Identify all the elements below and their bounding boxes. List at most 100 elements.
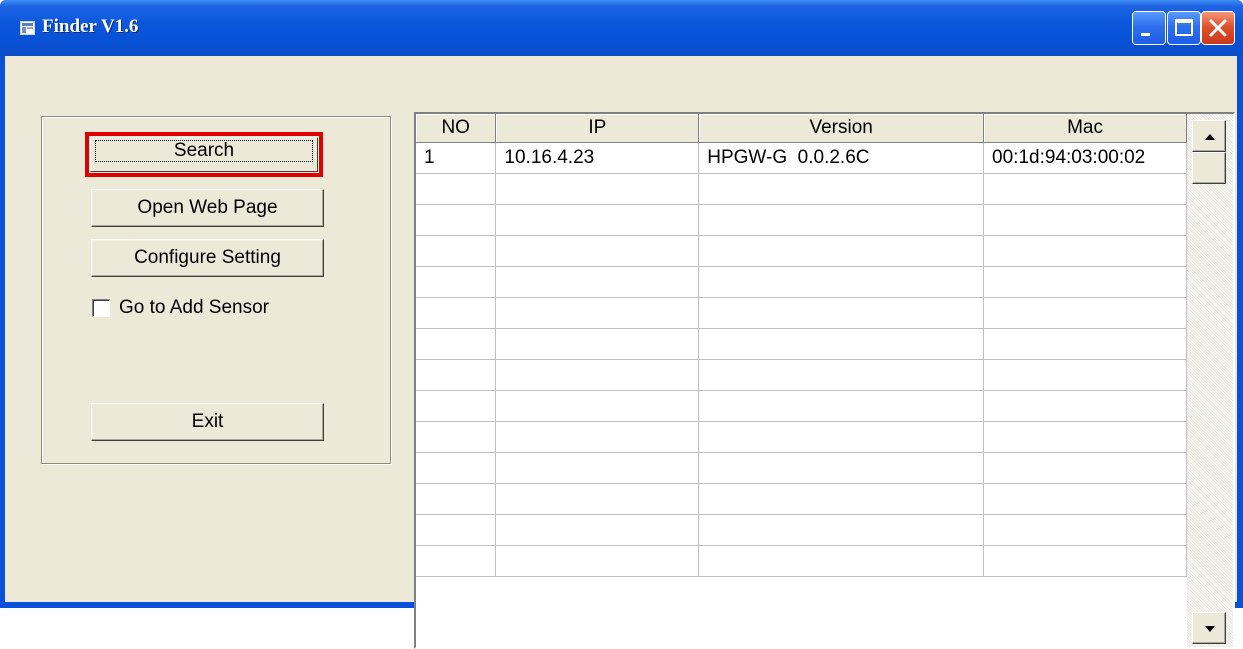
cell-ip: [495, 359, 700, 391]
table-row-empty[interactable]: [416, 266, 1187, 298]
cell-mac: [983, 452, 1187, 484]
cell-no: [416, 235, 497, 267]
cell-ip: [495, 266, 700, 298]
maximize-button[interactable]: [1167, 11, 1201, 45]
cell-no: [416, 328, 497, 360]
cell-version: [698, 359, 985, 391]
cell-ip: [495, 483, 700, 515]
open-web-page-button[interactable]: Open Web Page: [91, 189, 324, 227]
table-row-empty[interactable]: [416, 204, 1187, 236]
cell-no: [416, 483, 497, 515]
arrow-up-icon: [1205, 134, 1215, 140]
column-header-ip[interactable]: IP: [495, 114, 700, 143]
cell-no: 1: [416, 142, 497, 174]
table-row-empty[interactable]: [416, 359, 1187, 391]
table-row-empty[interactable]: [416, 421, 1187, 453]
cell-version: [698, 328, 985, 360]
cell-mac: [983, 235, 1187, 267]
cell-mac: [983, 173, 1187, 205]
table-row-empty[interactable]: [416, 390, 1187, 422]
table-row-empty[interactable]: [416, 483, 1187, 515]
cell-mac: [983, 204, 1187, 236]
cell-no: [416, 390, 497, 422]
vertical-scrollbar[interactable]: [1187, 114, 1233, 647]
cell-no: [416, 514, 497, 546]
cell-version: [698, 297, 985, 329]
cell-version: [698, 390, 985, 422]
table-row-empty[interactable]: [416, 545, 1187, 577]
cell-ip: [495, 328, 700, 360]
cell-no: [416, 359, 497, 391]
cell-no: [416, 545, 497, 577]
column-header-no[interactable]: NO: [416, 114, 497, 143]
table-row-empty[interactable]: [416, 514, 1187, 546]
cell-ip: [495, 297, 700, 329]
exit-button[interactable]: Exit: [91, 403, 324, 441]
table-row-empty[interactable]: [416, 173, 1187, 205]
cell-version: [698, 235, 985, 267]
cell-ip: [495, 452, 700, 484]
column-header-version[interactable]: Version: [698, 114, 985, 143]
cell-mac: [983, 545, 1187, 577]
add-sensor-checkbox-row[interactable]: Go to Add Sensor: [92, 297, 269, 319]
device-grid[interactable]: NO IP Version Mac 1 10.16.4.23 HPGW-G 0.…: [414, 112, 1235, 649]
minimize-icon: [1141, 33, 1150, 36]
cell-mac: [983, 297, 1187, 329]
search-button-face: Search: [90, 137, 318, 172]
cell-version: [698, 266, 985, 298]
table-row-empty[interactable]: [416, 235, 1187, 267]
device-table: NO IP Version Mac 1 10.16.4.23 HPGW-G 0.…: [416, 114, 1187, 577]
cell-mac: [983, 390, 1187, 422]
column-header-mac[interactable]: Mac: [983, 114, 1187, 143]
add-sensor-checkbox[interactable]: [92, 299, 110, 317]
cell-ip: 10.16.4.23: [495, 142, 700, 174]
cell-no: [416, 421, 497, 453]
cell-mac: [983, 483, 1187, 515]
client-area: Search Open Web Page Configure Setting G…: [5, 56, 1237, 649]
cell-version: [698, 421, 985, 453]
scroll-up-button[interactable]: [1192, 120, 1226, 152]
scroll-down-button[interactable]: [1192, 612, 1226, 644]
cell-version: HPGW-G 0.0.2.6C: [698, 142, 985, 174]
cell-version: [698, 452, 985, 484]
close-button[interactable]: [1201, 11, 1235, 45]
close-icon: [1209, 19, 1227, 37]
cell-no: [416, 297, 497, 329]
search-label: Search: [95, 140, 313, 162]
table-row[interactable]: 1 10.16.4.23 HPGW-G 0.0.2.6C 00:1d:94:03…: [416, 142, 1187, 174]
table-row-empty[interactable]: [416, 452, 1187, 484]
cell-mac: [983, 359, 1187, 391]
cell-ip: [495, 545, 700, 577]
app-icon: [20, 21, 35, 35]
scroll-thumb[interactable]: [1192, 152, 1226, 184]
search-button[interactable]: Search: [85, 132, 323, 177]
cell-version: [698, 545, 985, 577]
window-title: Finder V1.6: [42, 16, 139, 37]
cell-no: [416, 204, 497, 236]
arrow-down-icon: [1205, 626, 1215, 632]
cell-ip: [495, 514, 700, 546]
minimize-button[interactable]: [1132, 11, 1166, 45]
add-sensor-label: Go to Add Sensor: [119, 297, 269, 318]
cell-ip: [495, 173, 700, 205]
cell-no: [416, 452, 497, 484]
cell-mac: [983, 514, 1187, 546]
cell-mac: [983, 266, 1187, 298]
cell-no: [416, 266, 497, 298]
cell-mac: [983, 328, 1187, 360]
cell-no: [416, 173, 497, 205]
cell-ip: [495, 204, 700, 236]
configure-setting-button[interactable]: Configure Setting: [91, 239, 324, 277]
cell-ip: [495, 421, 700, 453]
maximize-icon: [1175, 19, 1193, 36]
cell-ip: [495, 390, 700, 422]
header-row: NO IP Version Mac: [416, 114, 1187, 143]
grid-body: NO IP Version Mac 1 10.16.4.23 HPGW-G 0.…: [416, 114, 1187, 647]
cell-version: [698, 204, 985, 236]
cell-version: [698, 483, 985, 515]
table-row-empty[interactable]: [416, 297, 1187, 329]
table-row-empty[interactable]: [416, 328, 1187, 360]
cell-mac: [983, 421, 1187, 453]
finder-window: Finder V1.6 Search Open Web Page Configu…: [0, 0, 1243, 649]
title-bar[interactable]: Finder V1.6: [0, 0, 1243, 56]
